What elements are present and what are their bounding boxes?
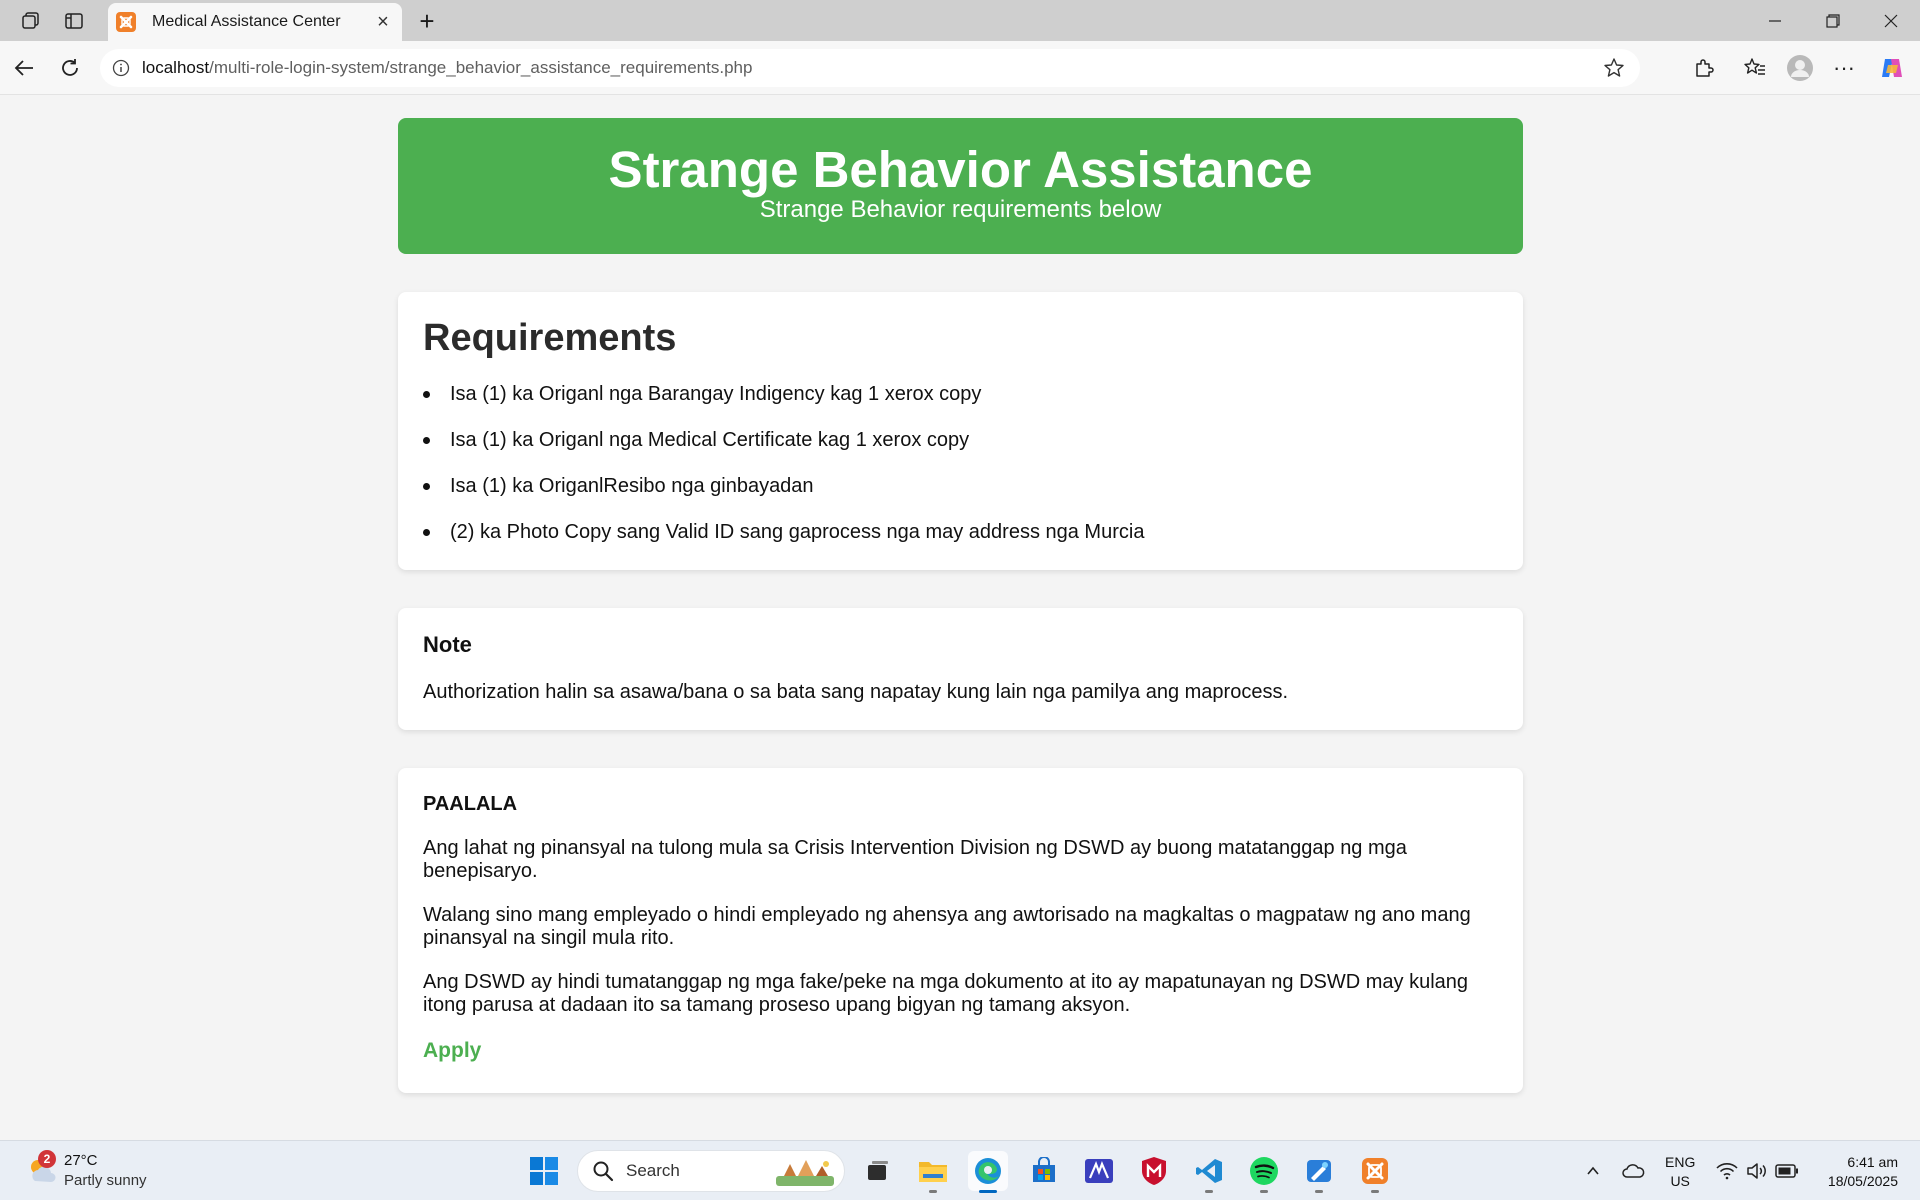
close-tab-icon[interactable]: ×: [370, 9, 396, 35]
mcafee-button[interactable]: [1134, 1151, 1174, 1191]
running-indicator: [1260, 1190, 1268, 1193]
windows-taskbar: 2 27°C Partly sunny Search ENG US 6:41 a…: [0, 1140, 1920, 1200]
vertical-tabs-icon[interactable]: [61, 8, 87, 34]
tab-title: Medical Assistance Center: [152, 13, 341, 30]
spotify-icon: [1250, 1157, 1278, 1185]
requirements-list: Isa (1) ka Origanl nga Barangay Indigenc…: [423, 382, 1498, 544]
running-indicator: [1205, 1190, 1213, 1193]
xampp-button[interactable]: [1355, 1151, 1395, 1193]
requirements-heading: Requirements: [423, 317, 677, 359]
page-viewport: Strange Behavior Assistance Strange Beha…: [6, 96, 1916, 1137]
shield-icon: [1142, 1157, 1166, 1185]
file-explorer-button[interactable]: [913, 1151, 953, 1193]
url-path: /multi-role-login-system/strange_behavio…: [209, 58, 753, 77]
start-button[interactable]: [524, 1151, 564, 1191]
profile-avatar-icon[interactable]: [1786, 54, 1814, 82]
refresh-icon[interactable]: [54, 52, 86, 84]
page-subtitle: Strange Behavior requirements below: [759, 196, 1162, 223]
vscode-button[interactable]: [1189, 1151, 1229, 1193]
browser-toolbar: localhost/multi-role-login-system/strang…: [0, 41, 1920, 95]
wifi-icon[interactable]: [1715, 1159, 1739, 1183]
weather-badge: 2: [38, 1150, 56, 1168]
address-bar[interactable]: localhost/multi-role-login-system/strang…: [100, 49, 1640, 87]
weather-temp: 27°C: [64, 1152, 98, 1169]
extensions-icon[interactable]: [1690, 54, 1718, 82]
favorite-star-icon[interactable]: [1602, 56, 1626, 80]
note-card: Note Authorization halin sa asawa/bana o…: [398, 608, 1523, 730]
close-window-icon[interactable]: [1868, 6, 1914, 36]
paalala-heading: PAALALA: [423, 793, 518, 815]
favorites-icon[interactable]: [1741, 54, 1769, 82]
search-highlight-icon: [776, 1160, 834, 1186]
keyboard-region: US: [1670, 1173, 1690, 1189]
active-indicator: [979, 1190, 997, 1193]
new-tab-icon[interactable]: +: [414, 6, 440, 36]
task-view-icon: [868, 1161, 888, 1180]
minimize-icon[interactable]: [1752, 6, 1798, 36]
onedrive-cloud-icon[interactable]: [1621, 1159, 1645, 1183]
more-options-icon[interactable]: ···: [1830, 54, 1858, 82]
clock[interactable]: 6:41 am 18/05/2025: [1828, 1153, 1898, 1191]
taskbar-search[interactable]: Search: [577, 1150, 845, 1192]
page-header-banner: Strange Behavior Assistance Strange Beha…: [398, 118, 1523, 254]
running-indicator: [1315, 1190, 1323, 1193]
note-text: Authorization halin sa asawa/bana o sa b…: [423, 681, 1289, 703]
running-indicator: [929, 1190, 937, 1193]
xampp-icon: [1362, 1158, 1388, 1184]
paalala-paragraph: Ang lahat ng pinansyal na tulong mula sa…: [423, 837, 1407, 882]
task-view-button[interactable]: [858, 1151, 898, 1191]
page-title: Strange Behavior Assistance: [608, 141, 1313, 198]
app-logo-icon: [1085, 1159, 1113, 1183]
search-icon: [593, 1161, 614, 1182]
edge-browser-button[interactable]: [968, 1151, 1008, 1193]
clock-time: 6:41 am: [1847, 1154, 1898, 1170]
weather-condition: Partly sunny: [64, 1172, 147, 1189]
requirement-item: Isa (1) ka Origanl nga Medical Certifica…: [423, 428, 1498, 452]
search-label: Search: [626, 1161, 680, 1180]
workspaces-icon[interactable]: [18, 8, 44, 34]
chevron-up-icon[interactable]: [1581, 1159, 1605, 1183]
browser-tab-bar: Medical Assistance Center × +: [0, 0, 1920, 41]
vscode-icon: [1196, 1159, 1222, 1183]
microsoft-store-button[interactable]: [1024, 1151, 1064, 1191]
clock-date: 18/05/2025: [1827, 1173, 1898, 1189]
requirement-item: Isa (1) ka OriganlResibo nga ginbayadan: [423, 474, 1498, 498]
back-arrow-icon[interactable]: [8, 52, 40, 84]
store-icon: [1033, 1157, 1055, 1182]
battery-icon[interactable]: [1775, 1159, 1799, 1183]
language-code: ENG: [1665, 1154, 1696, 1170]
paalala-paragraph: Walang sino mang empleyado o hindi emple…: [423, 904, 1471, 949]
windows-logo-icon: [530, 1157, 558, 1185]
requirement-item: Isa (1) ka Origanl nga Barangay Indigenc…: [423, 382, 1498, 406]
browser-tab-active[interactable]: Medical Assistance Center ×: [108, 3, 402, 41]
editor-app-button[interactable]: [1299, 1151, 1339, 1193]
paint-icon: [1307, 1160, 1331, 1182]
url-host: localhost: [142, 58, 210, 77]
paalala-card: PAALALA Ang lahat ng pinansyal na tulong…: [398, 768, 1523, 1093]
requirements-card: Requirements Isa (1) ka Origanl nga Bara…: [398, 292, 1523, 570]
requirement-item: (2) ka Photo Copy sang Valid ID sang gap…: [423, 520, 1498, 544]
folder-icon: [919, 1162, 947, 1182]
site-info-icon[interactable]: [110, 57, 132, 79]
dev-app-button[interactable]: [1079, 1151, 1119, 1191]
xampp-favicon-icon: [116, 12, 136, 32]
language-indicator[interactable]: ENG US: [1665, 1153, 1695, 1191]
spotify-button[interactable]: [1244, 1151, 1284, 1193]
restore-icon[interactable]: [1810, 6, 1856, 36]
note-heading: Note: [423, 632, 472, 657]
paalala-paragraph: Ang DSWD ay hindi tumatanggap ng mga fak…: [423, 971, 1469, 1016]
volume-icon[interactable]: [1745, 1159, 1769, 1183]
edge-icon: [975, 1158, 1001, 1184]
running-indicator: [1371, 1190, 1379, 1193]
copilot-icon[interactable]: [1878, 54, 1906, 82]
apply-link[interactable]: Apply: [423, 1039, 481, 1063]
